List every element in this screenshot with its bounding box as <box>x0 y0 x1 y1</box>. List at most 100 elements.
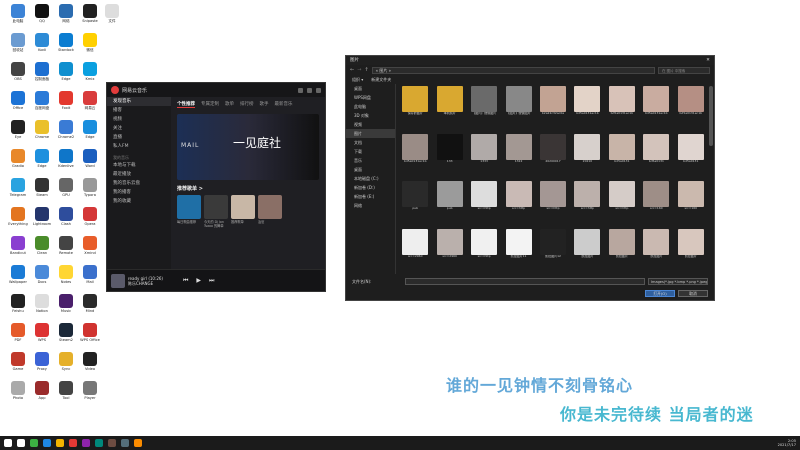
play-icon[interactable]: ▶ <box>196 277 201 285</box>
file-item[interactable]: 133 <box>434 133 464 178</box>
file-item[interactable]: pub <box>434 181 464 225</box>
file-item[interactable]: 【图片】微信图片 <box>503 86 533 130</box>
recommend-title[interactable]: 推荐歌单 > <box>171 182 325 195</box>
taskbar-app-icon[interactable] <box>30 439 38 447</box>
desktop-icon[interactable]: Kodi <box>30 33 54 52</box>
desktop-icon[interactable]: Photo <box>6 381 30 400</box>
desktop-icon[interactable]: Snipaste <box>78 4 102 23</box>
desktop-icon[interactable]: Edge <box>78 120 102 139</box>
desktop-icon[interactable]: Telegram <box>6 178 30 197</box>
forward-icon[interactable]: → <box>357 67 361 73</box>
now-playing-artist[interactable]: 陈乐CHANGE <box>128 281 163 286</box>
file-item[interactable]: 本机照片 <box>434 86 464 130</box>
file-item[interactable]: src=http <box>607 181 637 225</box>
nav-item[interactable]: 视频 <box>346 120 395 129</box>
taskbar-app-icon[interactable] <box>82 439 90 447</box>
dialog-toolbar-button[interactable]: 组织 ▾ <box>352 77 363 83</box>
file-item[interactable]: 1333 <box>469 133 499 178</box>
file-item[interactable]: src=2960 <box>400 228 430 273</box>
desktop-icon[interactable]: Clash <box>54 207 78 226</box>
nav-item[interactable]: 音乐 <box>346 156 395 165</box>
taskbar-app-icon[interactable] <box>69 439 77 447</box>
file-item[interactable]: bd5a0131ec1b <box>400 133 430 178</box>
file-item[interactable]: src=http <box>572 181 602 225</box>
desktop-icon[interactable]: Edge <box>54 62 78 81</box>
file-item[interactable]: pub <box>400 181 430 225</box>
filetype-select[interactable]: Images(*.jpg *.bmp *.png *.jpeg) <box>648 278 708 285</box>
desktop-icon[interactable]: Proxy <box>30 352 54 371</box>
desktop-icon[interactable]: OBS <box>6 62 30 81</box>
file-item[interactable]: src=http <box>503 181 533 225</box>
desktop-icon[interactable]: Remote <box>54 236 78 255</box>
taskbar-app-icon[interactable] <box>95 439 103 447</box>
desktop-icon[interactable]: QQ <box>30 4 54 23</box>
file-item[interactable]: src=http <box>469 181 499 225</box>
file-item[interactable]: src=2960 <box>434 228 464 273</box>
file-item[interactable]: bd5a0131ec1b <box>572 86 602 130</box>
file-item[interactable]: bd5a0131 <box>676 133 706 178</box>
file-item[interactable]: src=160 <box>641 181 671 225</box>
desktop-icon[interactable]: 回收站 <box>6 33 30 52</box>
desktop-icon[interactable]: Kmix <box>78 62 102 81</box>
desktop-icon[interactable]: Steam2 <box>54 323 78 342</box>
desktop-icon[interactable]: Xmind <box>78 236 102 255</box>
nav-item[interactable]: 新加卷 (D:) <box>346 183 395 192</box>
desktop-icon[interactable]: Video <box>78 352 102 371</box>
dialog-toolbar-button[interactable]: 新建文件夹 <box>371 77 391 83</box>
music-banner[interactable]: MAIL 一见庭社 <box>177 114 319 180</box>
taskbar-app-icon[interactable] <box>108 439 116 447</box>
desktop-icon[interactable]: Edge <box>30 149 54 168</box>
music-tab[interactable]: 歌单 <box>225 101 234 108</box>
back-icon[interactable]: ← <box>350 67 354 73</box>
minimize-icon[interactable] <box>298 87 303 93</box>
desktop-icon[interactable]: Opera <box>78 207 102 226</box>
music-tab[interactable]: 最新音乐 <box>275 101 293 108</box>
music-sidebar-item[interactable]: 本地与下载 <box>107 161 171 170</box>
file-open-dialog[interactable]: 图片 ✕ ← → ↑ « 图片 » 在 图片 中搜索 组织 ▾ 新建文件夹 桌面 W… <box>345 55 715 301</box>
file-item[interactable]: bd5a0131ec1b <box>607 86 637 130</box>
music-tab[interactable]: 歌手 <box>260 101 269 108</box>
desktop-icon[interactable]: 微信 <box>78 33 102 52</box>
file-item[interactable]: 凯拉图片11 <box>503 228 533 273</box>
desktop-icon[interactable]: Stardock <box>54 33 78 52</box>
prev-icon[interactable]: ⏮ <box>183 277 188 285</box>
playlist-caption[interactable]: 治愈 <box>258 220 282 228</box>
taskbar-app-icon[interactable] <box>134 439 142 447</box>
filename-input[interactable] <box>405 278 645 285</box>
taskbar-app-icon[interactable] <box>56 439 64 447</box>
system-tray-clock[interactable]: 2:05 2021/7/17 <box>778 439 796 447</box>
desktop-icon[interactable]: Mail <box>78 265 102 284</box>
taskbar-app-icon[interactable] <box>43 439 51 447</box>
close-icon[interactable]: ✕ <box>702 56 714 65</box>
scrollbar[interactable] <box>709 86 713 146</box>
taskbar-app-icon[interactable] <box>17 439 25 447</box>
file-item[interactable]: b2a22c32ac0a <box>538 86 568 130</box>
desktop-icon[interactable]: Office <box>6 91 30 110</box>
taskbar-app-icon[interactable] <box>121 439 129 447</box>
playlist-cover[interactable] <box>204 195 228 219</box>
desktop-icon[interactable]: Feishu <box>6 294 30 313</box>
file-item[interactable]: 1322 <box>503 133 533 178</box>
open-button[interactable]: 打开(O) <box>645 290 675 297</box>
music-sidebar-item[interactable]: 我的收藏 <box>107 197 171 206</box>
file-item[interactable]: bd5a0131ec1b <box>641 86 671 130</box>
music-sidebar-item[interactable]: 视频 <box>107 115 171 124</box>
desktop-icon[interactable]: Music <box>54 294 78 313</box>
desktop-icon[interactable]: Docs <box>30 265 54 284</box>
start-icon[interactable] <box>4 439 12 447</box>
file-item[interactable]: bd5a0131 <box>607 133 637 178</box>
now-playing-thumb[interactable] <box>111 273 125 288</box>
desktop-icon[interactable]: GPU <box>54 178 78 197</box>
desktop-icon[interactable]: Lightroom <box>30 207 54 226</box>
desktop-icon[interactable]: Sync <box>54 352 78 371</box>
music-sidebar-item[interactable]: 直播 <box>107 133 171 142</box>
nav-item[interactable]: 本地磁盘 (C:) <box>346 174 395 183</box>
file-item[interactable]: 凯拉图片 <box>641 228 671 273</box>
file-item[interactable]: 凯拉图片 <box>676 228 706 273</box>
desktop-icon[interactable]: 文件 <box>100 4 124 23</box>
music-tab[interactable]: 专属定制 <box>201 101 219 108</box>
playlist-caption[interactable]: 每日歌曲推荐 <box>177 220 201 228</box>
nav-item[interactable]: 网络 <box>346 201 395 210</box>
file-item[interactable]: src=http <box>469 228 499 273</box>
desktop-icon[interactable]: Eye <box>6 120 30 139</box>
